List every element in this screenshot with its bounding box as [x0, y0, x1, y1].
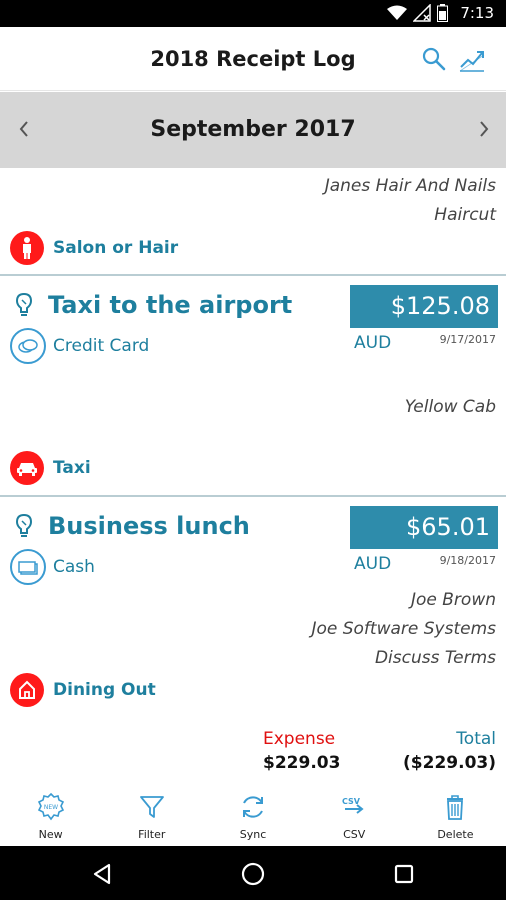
- entry-divider: [0, 495, 506, 497]
- entry-detail-line: Yellow Cab: [404, 397, 496, 417]
- currency-label: AUD: [354, 333, 392, 353]
- app-bar: 2018 Receipt Log: [0, 27, 506, 91]
- home-button[interactable]: [239, 860, 267, 888]
- category-label: Dining Out: [53, 680, 156, 700]
- category-row: Dining Out: [10, 673, 156, 707]
- sync-button[interactable]: Sync: [202, 784, 303, 846]
- new-button[interactable]: NEW New: [0, 784, 101, 846]
- total-value: ($229.03): [403, 753, 496, 773]
- trash-icon: [447, 795, 464, 820]
- sync-icon: [243, 796, 263, 818]
- delete-label: Delete: [437, 828, 474, 841]
- house-icon: [10, 673, 44, 707]
- payment-method-row: Credit Card: [10, 328, 149, 364]
- entry-title-row: Taxi to the airport: [14, 291, 292, 319]
- new-label: New: [38, 828, 63, 841]
- no-signal-icon: [413, 4, 432, 22]
- status-time: 7:13: [460, 4, 494, 22]
- entry-title: Taxi to the airport: [48, 291, 293, 319]
- trend-chart-icon: [459, 51, 485, 72]
- next-month-button[interactable]: [472, 114, 496, 144]
- wifi-icon: [387, 5, 408, 20]
- csv-export-button[interactable]: CSV CSV: [304, 784, 405, 846]
- chevron-right-icon: [480, 121, 489, 137]
- battery-icon: [437, 4, 449, 22]
- cash-icon: [10, 549, 46, 585]
- category-row: Salon or Hair: [10, 231, 178, 265]
- entry-detail-line: Joe Software Systems: [311, 619, 496, 639]
- recents-square-icon: [394, 864, 414, 884]
- report-chart-button[interactable]: [457, 45, 487, 75]
- lightbulb-icon: [15, 292, 33, 316]
- amount-badge: $125.08: [350, 285, 498, 328]
- category-label: Salon or Hair: [53, 238, 179, 258]
- back-triangle-icon: [93, 863, 111, 885]
- currency-label: AUD: [354, 554, 392, 574]
- bottom-toolbar: NEW New Filter Sync CSV CSV Delete: [0, 784, 506, 846]
- entry-detail-line: Discuss Terms: [374, 648, 496, 668]
- entry-title-row: Business lunch: [14, 512, 250, 540]
- system-navigation-bar: [0, 846, 506, 900]
- home-circle-icon: [241, 862, 265, 886]
- entry-detail-line: Joe Brown: [410, 590, 496, 610]
- search-icon: [422, 47, 446, 71]
- person-icon: [10, 231, 44, 265]
- payment-method-label: Cash: [53, 557, 95, 577]
- new-badge-text: NEW: [43, 804, 57, 811]
- payment-method-row: Cash: [10, 549, 95, 585]
- filter-button[interactable]: Filter: [101, 784, 202, 846]
- status-bar: 7:13: [0, 0, 506, 27]
- sync-label: Sync: [239, 828, 267, 841]
- delete-button[interactable]: Delete: [405, 784, 506, 846]
- entry-title: Business lunch: [48, 512, 250, 540]
- new-badge-icon: NEW: [37, 792, 64, 821]
- month-navigation-bar: September 2017: [0, 92, 506, 168]
- credit-card-icon: [10, 328, 46, 364]
- entry-detail-line: Haircut: [434, 205, 496, 225]
- total-label: Total: [456, 729, 496, 749]
- recents-button[interactable]: [390, 860, 418, 888]
- entry-detail-line: Janes Hair And Nails: [324, 176, 496, 196]
- entry-divider: [0, 274, 506, 276]
- filter-icon: [139, 796, 164, 818]
- expense-label: Expense: [263, 729, 336, 749]
- entry-date: 9/17/2017: [439, 333, 496, 346]
- filter-label: Filter: [138, 828, 166, 841]
- entry-date: 9/18/2017: [439, 554, 496, 567]
- status-icons: 7:13: [387, 4, 494, 22]
- csv-export-icon: CSV: [342, 797, 364, 814]
- current-month: September 2017: [150, 117, 356, 142]
- back-button[interactable]: [88, 860, 116, 888]
- lightbulb-icon: [15, 513, 33, 537]
- csv-label: CSV: [343, 828, 366, 841]
- category-row: Taxi: [10, 451, 91, 485]
- search-button[interactable]: [420, 45, 448, 73]
- category-label: Taxi: [53, 458, 91, 478]
- amount-badge: $65.01: [350, 506, 498, 549]
- expense-value: $229.03: [263, 753, 341, 773]
- car-icon: [10, 451, 44, 485]
- payment-method-label: Credit Card: [53, 336, 150, 356]
